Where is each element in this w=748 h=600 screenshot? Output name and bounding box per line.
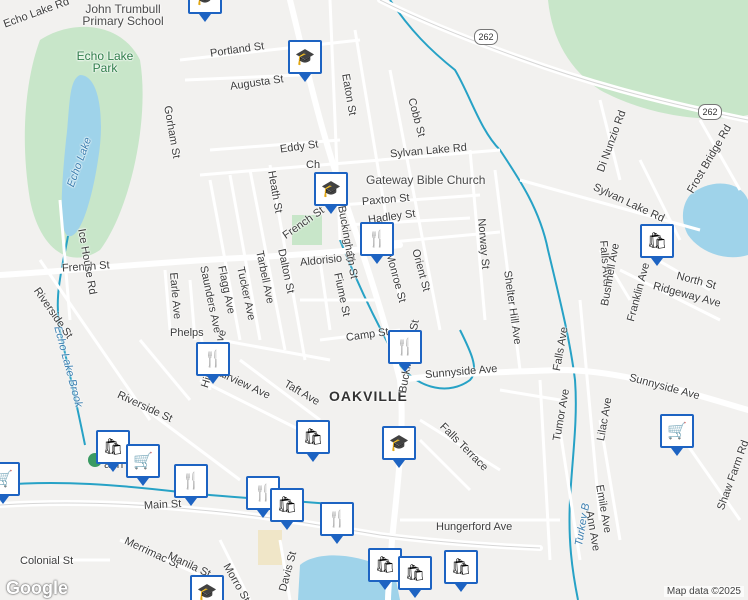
restaurant-marker[interactable]: 🍴 [196,342,230,384]
shopping-bag-icon: 🛍 [450,559,472,576]
area-label: OAKVILLE [329,388,408,404]
shopping-bag-icon: 🛍 [404,565,426,582]
google-logo[interactable]: Google [6,578,68,599]
grocery-marker[interactable]: 🛒 [0,462,20,504]
shopping-marker[interactable]: 🛍 [368,548,402,590]
shopping-marker[interactable]: 🛍 [296,420,330,462]
shopping-marker[interactable]: 🛍 [444,550,478,592]
restaurant-icon: 🍴 [327,511,347,528]
shopping-marker[interactable]: 🛍 [270,488,304,530]
shopping-bag-icon: 🛍 [102,439,124,456]
east-pond-water [682,183,748,258]
grocery-marker[interactable]: 🛒 [126,444,160,486]
street-label: Phelps [170,327,204,339]
shopping-cart-icon: 🛒 [0,471,13,488]
route-262-shield: 262 [698,104,722,120]
shopping-bag-icon: 🛍 [374,557,396,574]
school-marker[interactable]: 🎓 [188,0,222,22]
map-canvas[interactable]: 262 262 OAKVILLE Echo Lake Park Echo Lak… [0,0,748,600]
school-icon: 🎓 [389,435,409,452]
school-poi-label[interactable]: John Trumbull Primary School [78,3,168,27]
street-label: Ch [306,159,321,171]
school-marker[interactable]: 🎓 [288,40,322,82]
restaurant-marker[interactable]: 🍴 [174,464,208,506]
street-label: Hungerford Ave [436,521,513,533]
shopping-marker[interactable]: 🛍 [96,430,130,472]
restaurant-marker[interactable]: 🍴 [320,502,354,544]
street-label: Colonial St [20,555,74,567]
shopping-marker[interactable]: 🛍 [398,556,432,598]
shopping-cart-icon: 🛒 [667,423,687,440]
restaurant-icon: 🍴 [203,351,223,368]
parking-lot [258,530,282,565]
school-marker[interactable]: 🎓 [382,426,416,468]
map-attribution[interactable]: Map data ©2025 [663,586,744,597]
school-icon: 🎓 [321,181,341,198]
shopping-marker[interactable]: 🛍 [640,224,674,266]
shopping-cart-icon: 🛒 [133,453,153,470]
restaurant-icon: 🍴 [181,473,201,490]
school-icon: 🎓 [295,49,315,66]
school-marker[interactable]: 🎓 [314,172,348,214]
restaurant-marker[interactable]: 🍴 [360,222,394,264]
route-262-shield: 262 [474,29,498,45]
school-icon: 🎓 [197,584,217,600]
school-marker[interactable]: 🎓 [190,575,224,600]
restaurant-icon: 🍴 [395,339,415,356]
grocery-marker[interactable]: 🛒 [660,414,694,456]
shopping-bag-icon: 🛍 [646,233,668,250]
north-park-area [548,0,748,119]
shopping-bag-icon: 🛍 [276,497,298,514]
shopping-bag-icon: 🛍 [302,429,324,446]
school-icon: 🎓 [195,0,215,7]
restaurant-icon: 🍴 [367,231,387,248]
church-poi-label[interactable]: Gateway Bible Church [366,174,485,186]
park-label: Echo Lake Park [76,49,134,75]
restaurant-marker[interactable]: 🍴 [388,330,422,372]
